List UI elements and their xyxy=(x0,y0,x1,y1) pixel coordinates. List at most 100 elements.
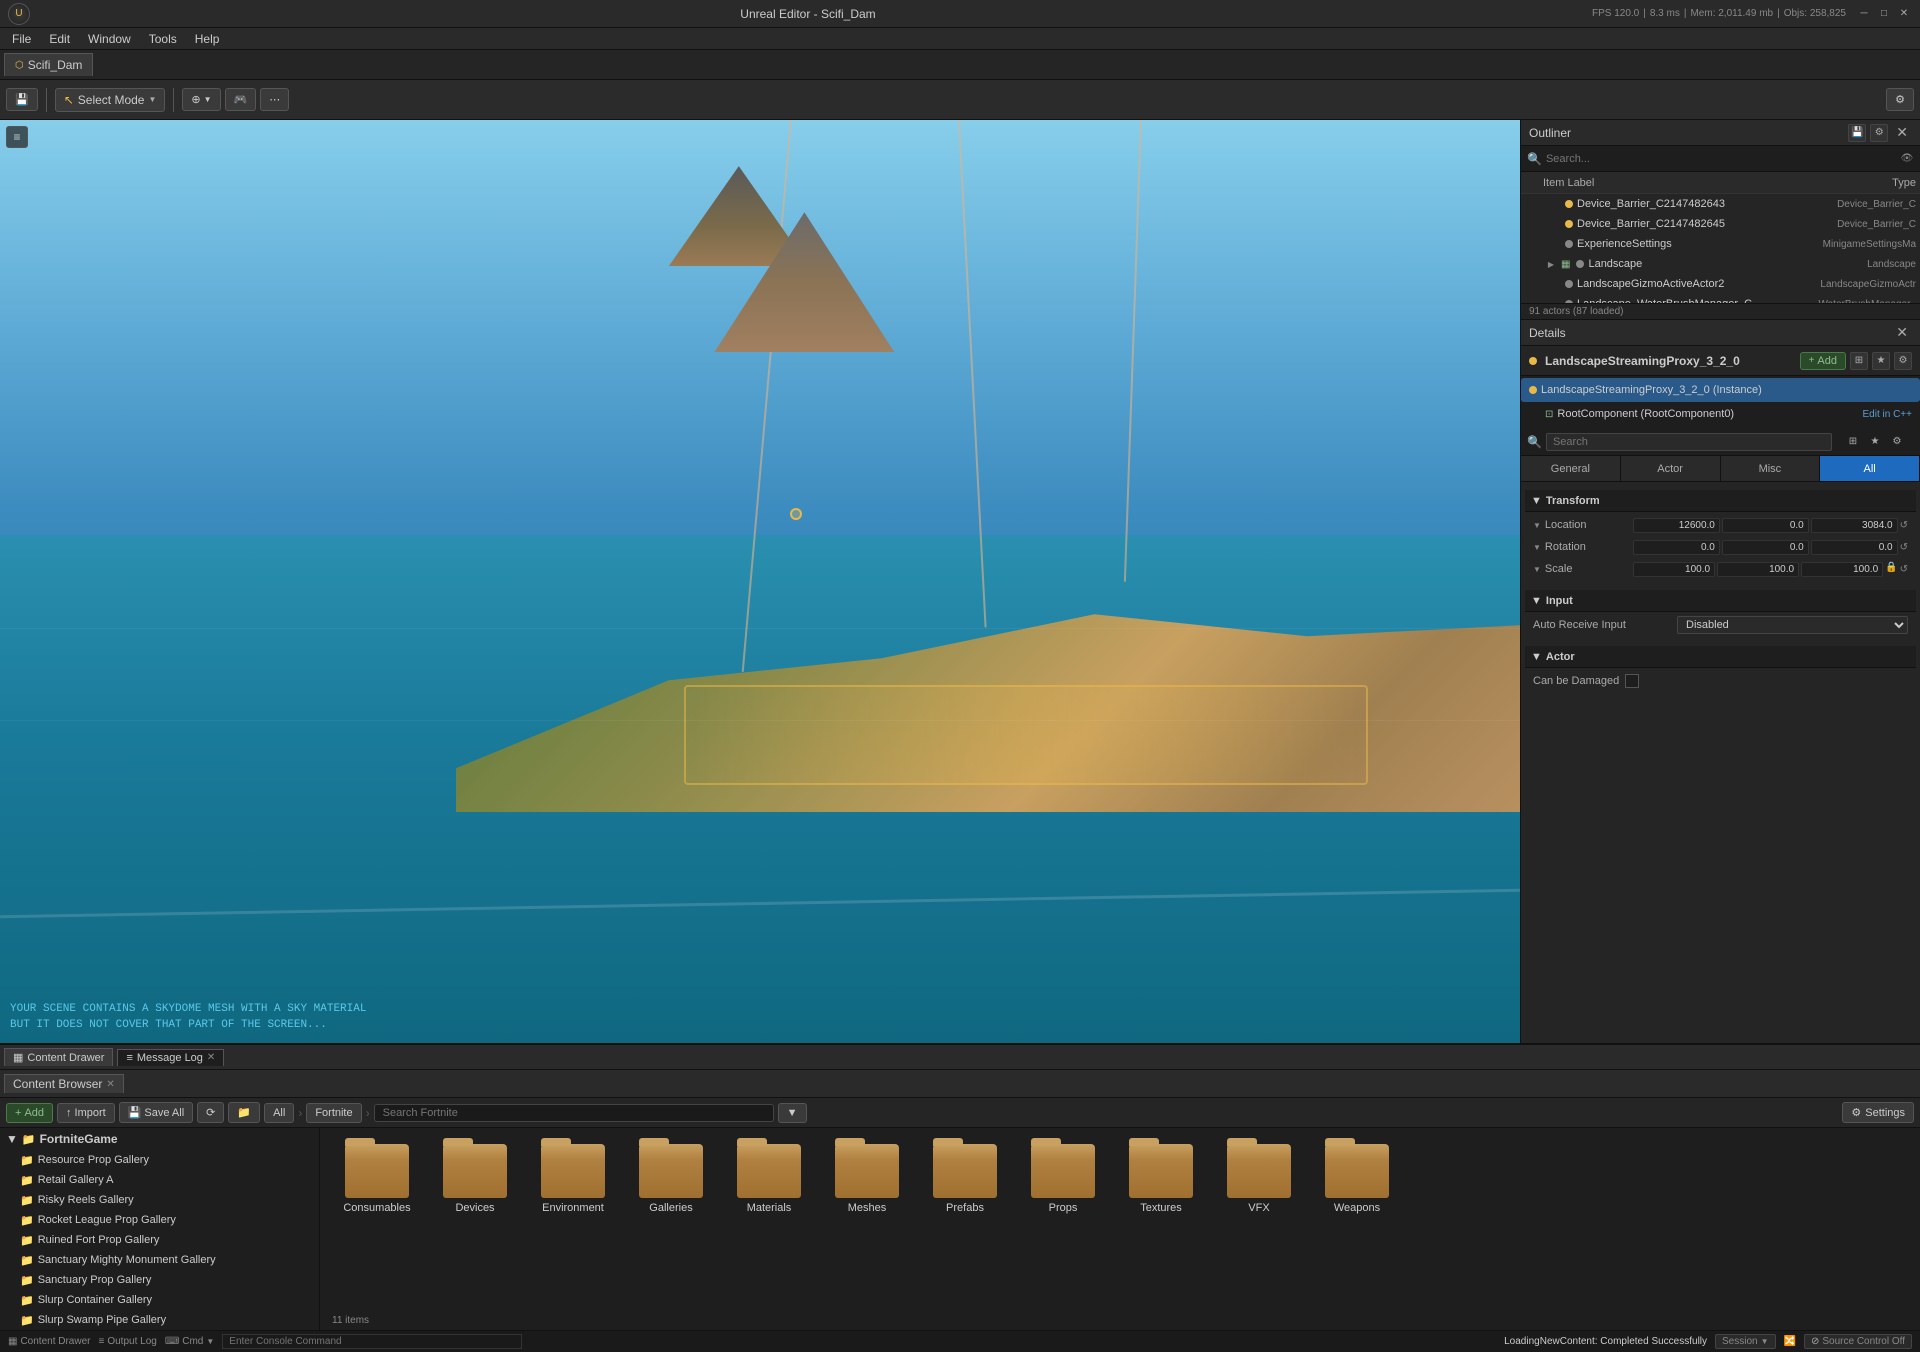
cb-tree-slurp-container[interactable]: 📁 Slurp Container Gallery xyxy=(0,1290,319,1310)
content-browser-tab-close[interactable]: ✕ xyxy=(106,1079,114,1090)
menu-window[interactable]: Window xyxy=(80,30,139,48)
outliner-settings-btn[interactable]: ⚙ xyxy=(1870,124,1888,142)
cb-tree-ruined-fort[interactable]: 📁 Ruined Fort Prop Gallery xyxy=(0,1230,319,1250)
add-component-btn[interactable]: + Add xyxy=(1800,352,1846,370)
scale-x[interactable]: 100.0 xyxy=(1633,562,1715,577)
cb-save-all-btn[interactable]: 💾 Save All xyxy=(119,1102,193,1123)
cb-folder-meshes[interactable]: Meshes xyxy=(822,1140,912,1218)
cb-folder-props[interactable]: Props xyxy=(1018,1140,1108,1218)
toolbar-settings-btn[interactable]: ⚙ xyxy=(1886,88,1914,111)
outliner-save-btn[interactable]: 💾 xyxy=(1848,124,1866,142)
source-control-btn[interactable]: ⊘ Source Control Off xyxy=(1804,1334,1912,1349)
content-drawer-btn[interactable]: ▦ Content Drawer xyxy=(8,1336,90,1347)
outliner-row-device-barrier-2[interactable]: Device_Barrier_C2147482645 Device_Barrie… xyxy=(1521,214,1920,234)
viewport[interactable]: ≡ YOUR SCENE CONTAINS A SKYDOME MESH WIT… xyxy=(0,120,1520,1043)
close-button[interactable]: ✕ xyxy=(1896,6,1912,22)
details-star-btn[interactable]: ★ xyxy=(1872,352,1890,370)
rotation-z[interactable]: 0.0 xyxy=(1811,540,1898,555)
content-browser-tab[interactable]: Content Browser ✕ xyxy=(4,1074,124,1093)
details-search-input[interactable] xyxy=(1546,433,1832,451)
location-reset-btn[interactable]: ↺ xyxy=(1900,520,1908,531)
cb-folder-environment[interactable]: Environment xyxy=(528,1140,618,1218)
can-be-damaged-checkbox[interactable] xyxy=(1625,674,1639,688)
toolbar-transform-btn[interactable]: ⊕ ▼ xyxy=(182,88,220,111)
expand-icon[interactable]: ▶ xyxy=(1545,260,1557,269)
location-z[interactable]: 3084.0 xyxy=(1811,518,1898,533)
toolbar-save-btn[interactable]: 💾 xyxy=(6,88,38,111)
details-settings-btn[interactable]: ⚙ xyxy=(1894,352,1912,370)
cb-folder-prefabs[interactable]: Prefabs xyxy=(920,1140,1010,1218)
cb-folder-weapons[interactable]: Weapons xyxy=(1312,1140,1402,1218)
session-btn[interactable]: Session ▼ xyxy=(1715,1334,1776,1349)
lock-scale-icon[interactable]: 🔒 xyxy=(1885,562,1897,577)
cb-import-btn[interactable]: ↑ Import xyxy=(57,1103,115,1123)
details-instance-item[interactable]: LandscapeStreamingProxy_3_2_0 (Instance) xyxy=(1521,378,1920,402)
details-favorites-btn[interactable]: ★ xyxy=(1866,433,1884,451)
auto-receive-select[interactable]: Disabled Player 0 Player 1 xyxy=(1677,616,1908,634)
content-drawer-tab[interactable]: ▦ Content Drawer xyxy=(4,1048,113,1066)
level-tab-scifi-dam[interactable]: ⬡ Scifi_Dam xyxy=(4,53,93,76)
git-status-icon[interactable]: 🔀 xyxy=(1784,1336,1796,1347)
details-config-btn[interactable]: ⚙ xyxy=(1888,433,1906,451)
details-grid-view-btn[interactable]: ⊞ xyxy=(1844,433,1862,451)
cb-folder-materials[interactable]: Materials xyxy=(724,1140,814,1218)
outliner-row-experience-settings[interactable]: ExperienceSettings MinigameSettingsMa xyxy=(1521,234,1920,254)
cb-sync-btn[interactable]: ⟳ xyxy=(197,1102,224,1123)
cb-tree-retail-gallery[interactable]: 📁 Retail Gallery A xyxy=(0,1170,319,1190)
outliner-row-water-brush[interactable]: Landscape_WaterBrushManager_C WaterBrush… xyxy=(1521,294,1920,303)
location-y[interactable]: 0.0 xyxy=(1722,518,1809,533)
details-view-btn[interactable]: ⊞ xyxy=(1850,352,1868,370)
edit-cpp-link[interactable]: Edit in C++ xyxy=(1863,409,1912,420)
cb-filter-btn[interactable]: ▼ xyxy=(778,1103,807,1123)
cmd-btn[interactable]: ⌨ Cmd ▼ xyxy=(165,1336,214,1347)
rotation-x[interactable]: 0.0 xyxy=(1633,540,1720,555)
cb-fortnite-btn[interactable]: Fortnite xyxy=(306,1103,361,1123)
message-log-close-btn[interactable]: ✕ xyxy=(207,1052,215,1063)
cb-folder-textures[interactable]: Textures xyxy=(1116,1140,1206,1218)
transform-section-header[interactable]: ▼ Transform xyxy=(1525,490,1916,512)
cb-tree-resource-prop[interactable]: 📁 Resource Prop Gallery xyxy=(0,1150,319,1170)
cb-settings-btn[interactable]: ⚙ Settings xyxy=(1842,1102,1914,1123)
maximize-button[interactable]: □ xyxy=(1876,6,1892,22)
scale-reset-btn[interactable]: ↺ xyxy=(1900,564,1908,575)
menu-file[interactable]: File xyxy=(4,30,39,48)
toolbar-more-btn[interactable]: ⋯ xyxy=(260,88,289,111)
cb-folder-galleries[interactable]: Galleries xyxy=(626,1140,716,1218)
scale-z[interactable]: 100.0 xyxy=(1801,562,1883,577)
cb-tree-root-fortnite[interactable]: ▼ 📁 FortniteGame xyxy=(0,1128,319,1150)
console-command-input[interactable] xyxy=(222,1334,522,1349)
scale-y[interactable]: 100.0 xyxy=(1717,562,1799,577)
menu-tools[interactable]: Tools xyxy=(141,30,185,48)
details-close-btn[interactable]: ✕ xyxy=(1892,324,1912,341)
tab-actor[interactable]: Actor xyxy=(1621,456,1721,481)
minimize-button[interactable]: ─ xyxy=(1856,6,1872,22)
toolbar-game-btn[interactable]: 🎮 xyxy=(225,88,257,111)
message-log-tab[interactable]: ≡ Message Log ✕ xyxy=(117,1049,224,1066)
cb-tree-risky-reels[interactable]: 📁 Risky Reels Gallery xyxy=(0,1190,319,1210)
viewport-menu-btn[interactable]: ≡ xyxy=(6,126,28,148)
tab-general[interactable]: General xyxy=(1521,456,1621,481)
menu-help[interactable]: Help xyxy=(187,30,228,48)
actor-section-header[interactable]: ▼ Actor xyxy=(1525,646,1916,668)
tab-all[interactable]: All xyxy=(1820,456,1920,481)
input-section-header[interactable]: ▼ Input xyxy=(1525,590,1916,612)
outliner-visibility-icon[interactable]: 👁 xyxy=(1900,153,1914,164)
cb-all-btn[interactable]: All xyxy=(264,1103,294,1123)
select-mode-button[interactable]: ↖ Select Mode ▼ xyxy=(55,88,166,112)
cb-tree-rocket-league[interactable]: 📁 Rocket League Prop Gallery xyxy=(0,1210,319,1230)
cb-search-input[interactable] xyxy=(374,1104,774,1122)
cb-add-btn[interactable]: + Add xyxy=(6,1103,53,1123)
cb-tree-sanctuary-mighty[interactable]: 📁 Sanctuary Mighty Monument Gallery xyxy=(0,1250,319,1270)
outliner-row-gizmo[interactable]: LandscapeGizmoActiveActor2 LandscapeGizm… xyxy=(1521,274,1920,294)
output-log-btn[interactable]: ≡ Output Log xyxy=(98,1336,156,1347)
outliner-close-btn[interactable]: ✕ xyxy=(1892,124,1912,141)
cb-tree-sanctuary-prop[interactable]: 📁 Sanctuary Prop Gallery xyxy=(0,1270,319,1290)
location-x[interactable]: 12600.0 xyxy=(1633,518,1720,533)
outliner-row-landscape[interactable]: ▶ ▦ Landscape Landscape xyxy=(1521,254,1920,274)
cb-folder-devices[interactable]: Devices xyxy=(430,1140,520,1218)
cb-tree-slurp-swamp-pipe[interactable]: 📁 Slurp Swamp Pipe Gallery xyxy=(0,1310,319,1330)
cb-folder-btn[interactable]: 📁 xyxy=(228,1102,260,1123)
rotation-reset-btn[interactable]: ↺ xyxy=(1900,542,1908,553)
tab-misc[interactable]: Misc xyxy=(1721,456,1821,481)
outliner-search-input[interactable] xyxy=(1546,153,1896,165)
